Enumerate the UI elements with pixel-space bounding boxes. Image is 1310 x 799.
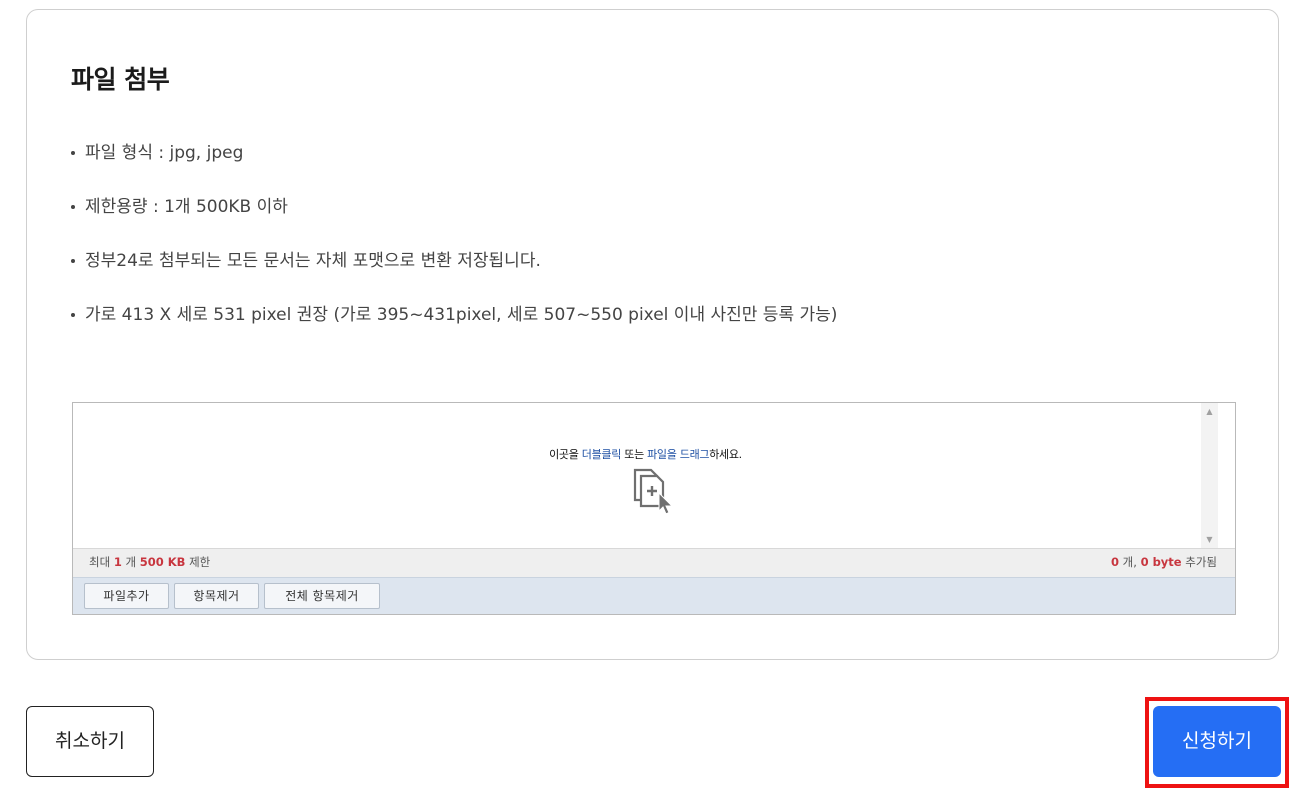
submit-button[interactable]: 신청하기 [1153, 706, 1281, 777]
limit-label: 최대 [89, 555, 114, 569]
guide-item: 정부24로 첨부되는 모든 문서는 자체 포맷으로 변환 저장됩니다. [71, 246, 837, 300]
drop-text-part: 이곳을 [549, 448, 582, 461]
limit-label: 제한 [185, 555, 211, 569]
drop-instruction: 이곳을 더블클릭 또는 파일을 드래그하세요. [73, 446, 1218, 462]
upload-status-bar: 최대 1 개 500 KB 제한 0 개, 0 byte 추가됨 [73, 548, 1235, 577]
cancel-button[interactable]: 취소하기 [26, 706, 154, 777]
file-uploader: 이곳을 더블클릭 또는 파일을 드래그하세요. ▲ ▼ 최대 1 개 500 K… [72, 402, 1236, 615]
bullet-icon [71, 151, 75, 155]
guide-item-text: 정부24로 첨부되는 모든 문서는 자체 포맷으로 변환 저장됩니다. [85, 251, 541, 271]
uploader-button-bar: 파일추가 항목제거 전체 항목제거 [73, 577, 1235, 614]
file-attachment-card: 파일 첨부 파일 형식 : jpg, jpeg 제한용량 : 1개 500KB … [26, 9, 1279, 660]
added-size: 0 byte [1140, 555, 1182, 569]
guide-item-text: 파일 형식 : jpg, jpeg [85, 143, 244, 163]
drag-file-hint: 파일을 드래그 [647, 448, 710, 461]
guide-item-text: 가로 413 X 세로 531 pixel 권장 (가로 395~431pixe… [85, 305, 838, 325]
double-click-hint: 더블클릭 [581, 448, 622, 461]
bullet-icon [71, 313, 75, 317]
limit-count: 1 [113, 555, 122, 569]
limit-size: 500 KB [139, 555, 186, 569]
file-drop-zone[interactable]: 이곳을 더블클릭 또는 파일을 드래그하세요. ▲ ▼ [73, 403, 1218, 548]
bullet-icon [71, 205, 75, 209]
guide-item-text: 제한용량 : 1개 500KB 이하 [85, 197, 288, 217]
scroll-down-icon[interactable]: ▼ [1201, 531, 1218, 548]
upload-added-text: 0 개, 0 byte 추가됨 [1111, 549, 1217, 576]
drop-text-part: 또는 [621, 448, 648, 461]
section-title: 파일 첨부 [71, 65, 170, 94]
drop-text-part: 하세요. [709, 448, 742, 461]
bullet-icon [71, 259, 75, 263]
added-label: 추가됨 [1181, 555, 1217, 569]
limit-label: 개 [121, 555, 140, 569]
guide-item: 가로 413 X 세로 531 pixel 권장 (가로 395~431pixe… [71, 300, 837, 354]
guide-item: 제한용량 : 1개 500KB 이하 [71, 192, 837, 246]
scroll-up-icon[interactable]: ▲ [1201, 403, 1218, 420]
guide-item: 파일 형식 : jpg, jpeg [71, 138, 837, 192]
remove-item-button[interactable]: 항목제거 [174, 583, 259, 609]
added-label: 개, [1119, 555, 1141, 569]
added-count: 0 [1111, 555, 1120, 569]
remove-all-items-button[interactable]: 전체 항목제거 [264, 583, 380, 609]
add-file-button[interactable]: 파일추가 [84, 583, 169, 609]
drop-zone-scrollbar[interactable]: ▲ ▼ [1201, 403, 1218, 548]
add-file-cursor-icon [633, 468, 674, 515]
upload-limit-text: 최대 1 개 500 KB 제한 [89, 549, 210, 576]
guide-list: 파일 형식 : jpg, jpeg 제한용량 : 1개 500KB 이하 정부2… [71, 138, 837, 354]
